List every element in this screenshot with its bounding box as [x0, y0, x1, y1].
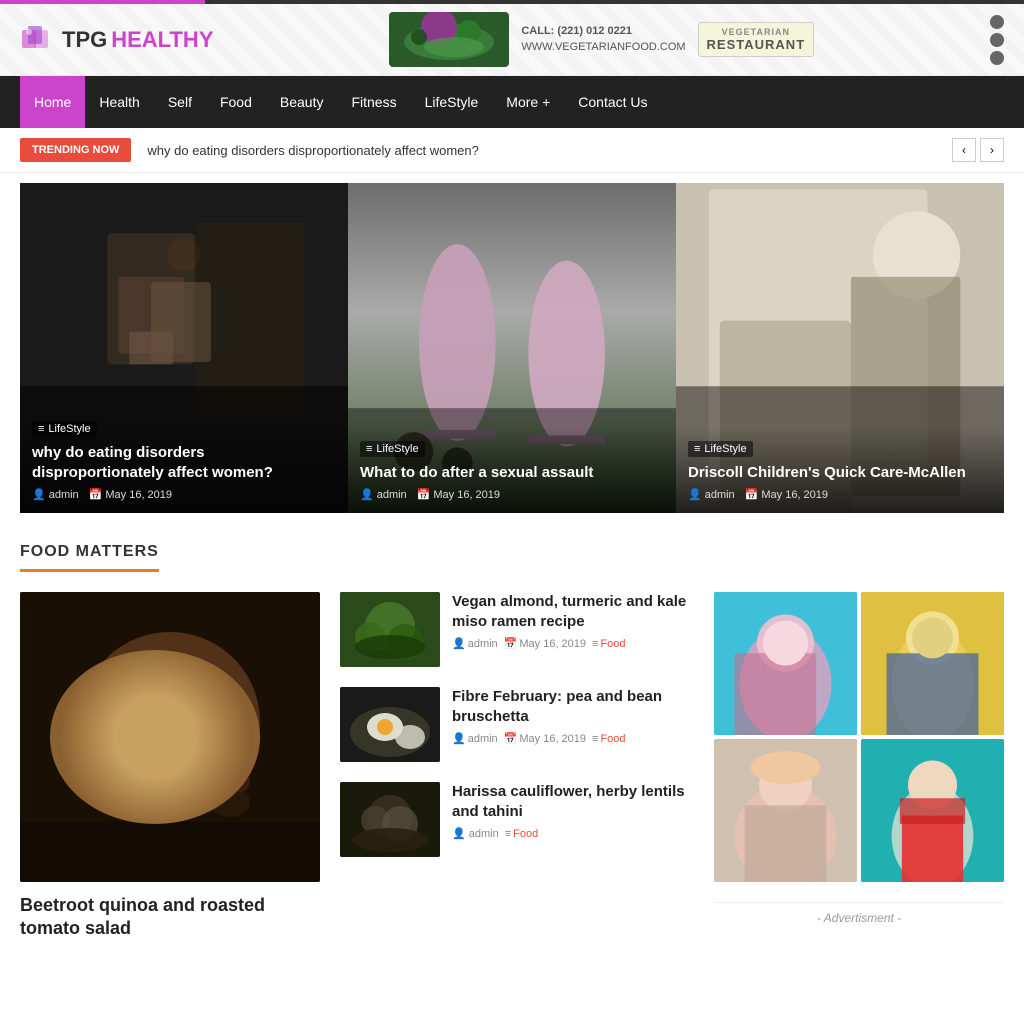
- restaurant-sub: VEGETARIAN: [707, 27, 806, 37]
- website-label: WWW.VEGETARIANFOOD.COM: [521, 40, 685, 55]
- restaurant-logo: VEGETARIAN RESTAURANT: [698, 22, 815, 57]
- food-large-card[interactable]: Beetroot quinoa and roasted tomato salad: [20, 592, 320, 941]
- advertisement-label: - Advertisment -: [714, 902, 1004, 925]
- social-icon-3[interactable]: [990, 51, 1004, 65]
- food-card-1-title: Vegan almond, turmeric and kale miso ram…: [452, 592, 694, 631]
- photo-3[interactable]: [714, 739, 857, 882]
- food-card-2-title: Fibre February: pea and bean bruschetta: [452, 687, 694, 726]
- food-main-grid: Beetroot quinoa and roasted tomato salad…: [20, 592, 1004, 941]
- trending-text: why do eating disorders disproportionate…: [147, 143, 952, 158]
- hero-card-1-category: ≡ LifeStyle: [32, 421, 97, 437]
- hero-card-2-title: What to do after a sexual assault: [360, 463, 664, 483]
- nav-food[interactable]: Food: [206, 76, 266, 128]
- nav-health[interactable]: Health: [85, 76, 153, 128]
- food-small-card-3[interactable]: Harissa cauliflower, herby lentils and t…: [340, 782, 694, 857]
- food-small-card-1[interactable]: Vegan almond, turmeric and kale miso ram…: [340, 592, 694, 667]
- hero-card-2[interactable]: ≡ LifeStyle What to do after a sexual as…: [348, 183, 676, 513]
- hero-card-3-content: ≡ LifeStyle Driscoll Children's Quick Ca…: [676, 427, 1004, 514]
- trending-prev[interactable]: ‹: [952, 138, 976, 162]
- nav-lifestyle[interactable]: LifeStyle: [411, 76, 493, 128]
- trending-badge: TRENDING NOW: [20, 138, 131, 162]
- hero-card-3[interactable]: ≡ LifeStyle Driscoll Children's Quick Ca…: [676, 183, 1004, 513]
- nav-home[interactable]: Home: [20, 76, 85, 128]
- logo-icon: [20, 22, 56, 58]
- food-image: [389, 12, 509, 67]
- food-card-2-info: Fibre February: pea and bean bruschetta …: [452, 687, 694, 745]
- trending-next[interactable]: ›: [980, 138, 1004, 162]
- social-icon-1[interactable]: [990, 15, 1004, 29]
- food-matters-title: FOOD MATTERS: [20, 543, 159, 572]
- food-small-card-2[interactable]: Fibre February: pea and bean bruschetta …: [340, 687, 694, 762]
- hero-card-2-content: ≡ LifeStyle What to do after a sexual as…: [348, 427, 676, 514]
- trending-bar: TRENDING NOW why do eating disorders dis…: [0, 128, 1024, 173]
- site-logo[interactable]: TPG HEALTHY: [20, 22, 214, 58]
- hero-card-2-category: ≡ LifeStyle: [360, 441, 425, 457]
- nav-contact[interactable]: Contact Us: [564, 76, 661, 128]
- food-card-3-meta: 👤 admin ≡ Food: [452, 827, 694, 840]
- right-column: - Advertisment -: [714, 592, 1004, 941]
- header-center: CALL: (221) 012 0221 WWW.VEGETARIANFOOD.…: [389, 12, 814, 67]
- hero-card-3-meta: 👤 admin 📅 May 16, 2019: [688, 488, 992, 501]
- photo-1[interactable]: [714, 592, 857, 735]
- call-label: CALL: (221) 012 0221: [521, 24, 685, 39]
- food-card-3-title: Harissa cauliflower, herby lentils and t…: [452, 782, 694, 821]
- hero-card-1-meta: 👤 admin 📅 May 16, 2019: [32, 488, 336, 501]
- logo-tpg: TPG: [62, 27, 107, 53]
- hero-card-1-author: 👤 admin: [32, 488, 79, 501]
- logo-healthy: HEALTHY: [111, 27, 213, 53]
- food-matters-section: FOOD MATTERS Beetroot quinoa and roas: [0, 523, 1024, 941]
- main-nav: Home Health Self Food Beauty Fitness Lif…: [0, 76, 1024, 128]
- social-icon-2[interactable]: [990, 33, 1004, 47]
- hero-grid: ≡ LifeStyle why do eating disorders disp…: [20, 183, 1004, 513]
- food-middle-cards: Vegan almond, turmeric and kale miso ram…: [340, 592, 694, 941]
- food-large-image: [20, 592, 320, 882]
- hero-card-2-meta: 👤 admin 📅 May 16, 2019: [360, 488, 664, 501]
- hero-card-1-content: ≡ LifeStyle why do eating disorders disp…: [20, 407, 348, 513]
- hero-card-3-category: ≡ LifeStyle: [688, 441, 753, 457]
- food-small-image-3: [340, 782, 440, 857]
- nav-more[interactable]: More +: [492, 76, 564, 128]
- photo-4[interactable]: [861, 739, 1004, 882]
- hero-card-3-title: Driscoll Children's Quick Care-McAllen: [688, 463, 992, 483]
- food-card-2-meta: 👤 admin 📅 May 16, 2019 ≡ Food: [452, 732, 694, 745]
- food-card-1-meta: 👤 admin 📅 May 16, 2019 ≡ Food: [452, 637, 694, 650]
- photo-grid: [714, 592, 1004, 882]
- food-card-1-info: Vegan almond, turmeric and kale miso ram…: [452, 592, 694, 650]
- photo-2[interactable]: [861, 592, 1004, 735]
- site-header: TPG HEALTHY CALL: (221) 012 0221 WWW.VEG…: [0, 4, 1024, 76]
- food-card-3-info: Harissa cauliflower, herby lentils and t…: [452, 782, 694, 840]
- hero-card-1-date: 📅 May 16, 2019: [89, 488, 172, 501]
- restaurant-label: RESTAURANT: [707, 37, 806, 52]
- nav-beauty[interactable]: Beauty: [266, 76, 338, 128]
- trending-arrows: ‹ ›: [952, 138, 1004, 162]
- hero-card-1[interactable]: ≡ LifeStyle why do eating disorders disp…: [20, 183, 348, 513]
- food-small-image-1: [340, 592, 440, 667]
- food-small-image-2: [340, 687, 440, 762]
- food-large-title: Beetroot quinoa and roasted tomato salad: [20, 894, 320, 941]
- nav-fitness[interactable]: Fitness: [337, 76, 410, 128]
- social-icons: [990, 15, 1004, 65]
- hero-card-1-title: why do eating disorders disproportionate…: [32, 443, 336, 482]
- nav-self[interactable]: Self: [154, 76, 206, 128]
